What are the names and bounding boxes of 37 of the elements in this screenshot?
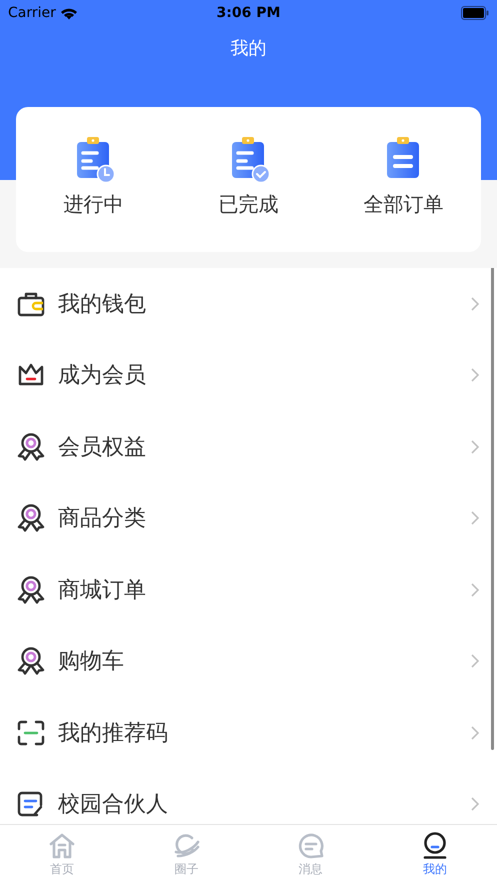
chevron-icon: [470, 724, 480, 741]
medal-icon: [17, 432, 45, 461]
order-status-button[interactable]: 进行中: [16, 107, 171, 252]
medal-icon: [17, 576, 45, 604]
medal-icon: [17, 647, 45, 676]
menu-item[interactable]: 我的钱包: [0, 268, 497, 340]
battery-icon: [461, 6, 489, 20]
planet-icon: [172, 833, 200, 859]
menu-item[interactable]: 成为会员: [0, 340, 497, 411]
chevron-icon: [470, 438, 480, 455]
status-time: 3:06 PM: [216, 5, 280, 21]
carrier-name: Carrier: [8, 5, 56, 21]
note-icon: [17, 791, 45, 818]
menu-item[interactable]: 校园合伙人: [0, 768, 497, 824]
order-status-button[interactable]: 全部订单: [326, 107, 481, 252]
home-icon: [48, 833, 76, 859]
menu-item[interactable]: 商品分类: [0, 482, 497, 554]
page-title: 我的: [230, 37, 266, 60]
tab-item[interactable]: 我的: [372, 825, 497, 883]
menu-item[interactable]: 会员权益: [0, 411, 497, 482]
chevron-icon: [470, 796, 480, 812]
profile-icon: [420, 832, 449, 860]
wifi-icon: [60, 6, 78, 20]
chevron-icon: [470, 296, 480, 312]
scan-icon: [17, 720, 45, 746]
wallet-icon: [17, 290, 45, 317]
chat-icon: [296, 833, 325, 859]
order-status-button[interactable]: 已完成: [171, 107, 326, 252]
menu-item[interactable]: 购物车: [0, 626, 497, 697]
crown-icon: [17, 363, 45, 388]
chevron-icon: [470, 653, 480, 670]
medal-icon: [17, 504, 45, 532]
chevron-icon: [470, 367, 480, 384]
menu-item[interactable]: 我的推荐码: [0, 697, 497, 768]
chevron-icon: [470, 510, 480, 526]
chevron-icon: [470, 582, 480, 598]
menu-item[interactable]: 商城订单: [0, 554, 497, 626]
